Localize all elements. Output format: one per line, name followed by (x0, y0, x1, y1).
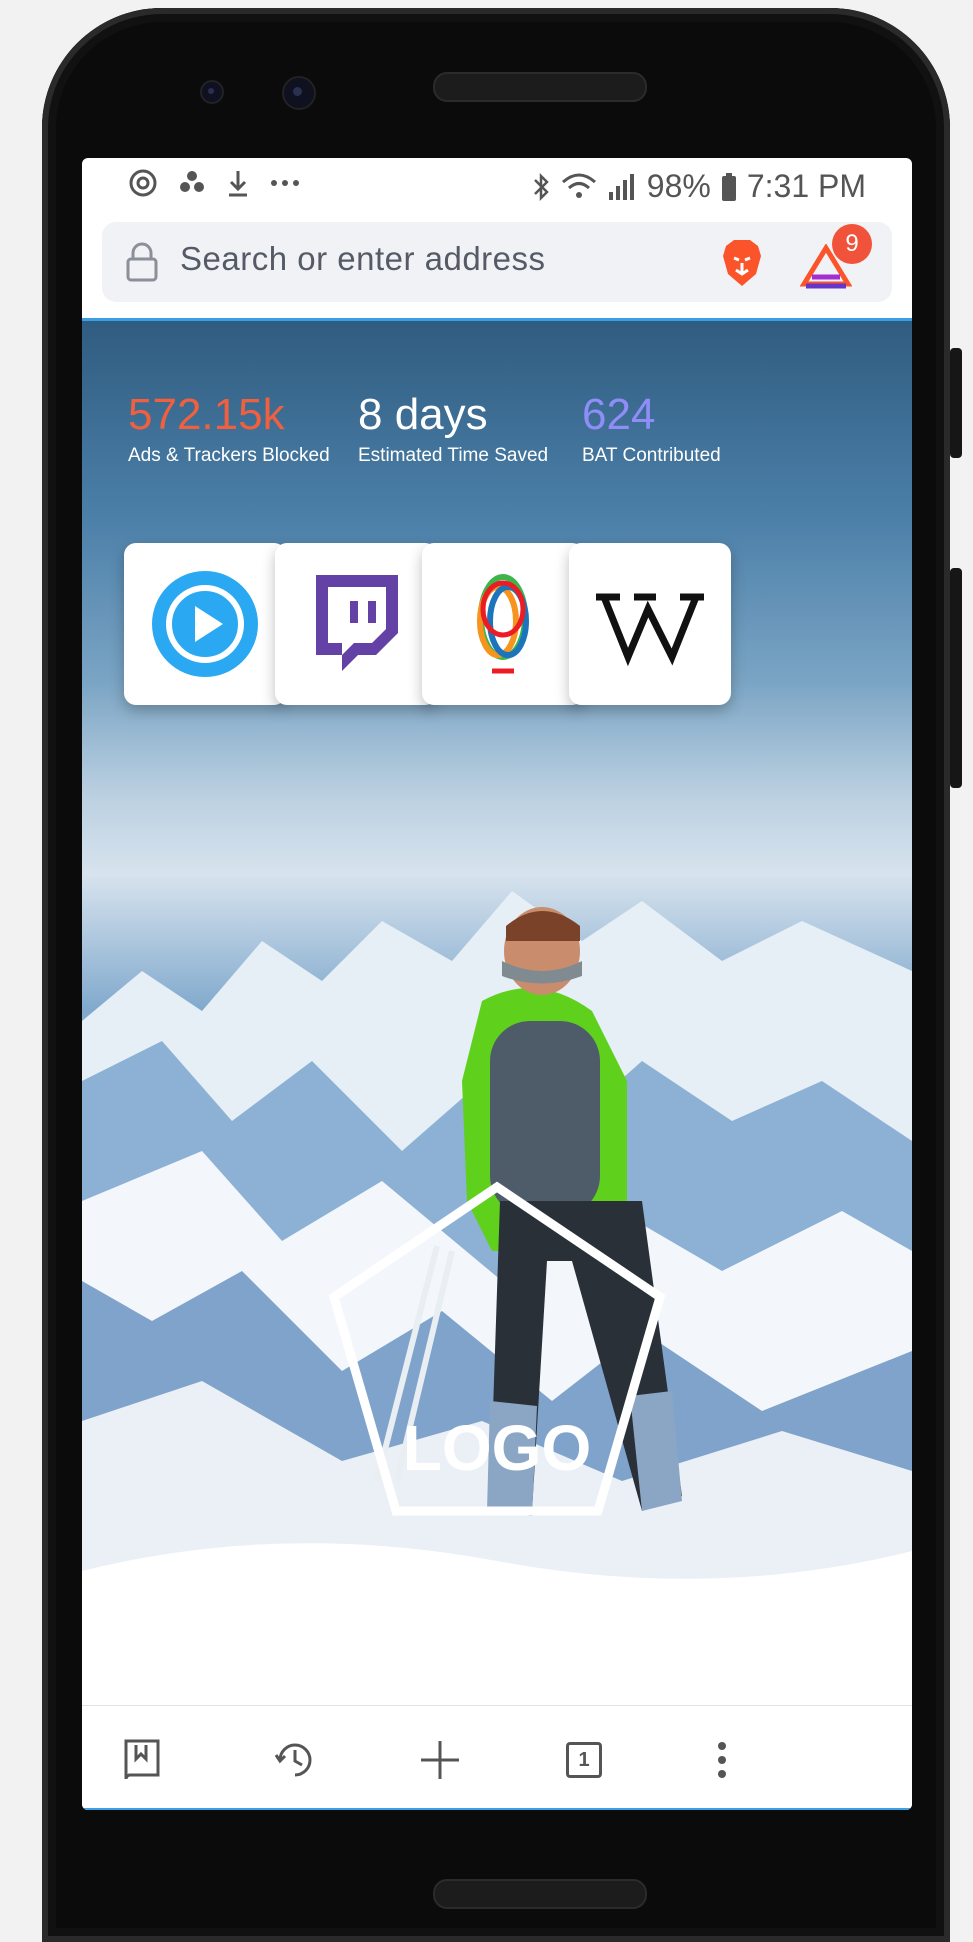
pinwheel-icon (180, 171, 204, 192)
front-camera-small (200, 80, 224, 104)
bluetooth-icon (533, 172, 549, 201)
colorful-loop-icon (477, 574, 529, 674)
menu-icon (718, 1742, 726, 1778)
more-notifications-icon (271, 180, 299, 186)
sync-icon (129, 169, 157, 197)
address-bar[interactable]: Search or enter address 9 (102, 222, 892, 302)
brave-shields-icon[interactable] (720, 238, 764, 288)
bookmarks-icon (124, 1739, 160, 1780)
address-input[interactable]: Search or enter address (180, 240, 546, 278)
bookmarks-button[interactable] (112, 1730, 172, 1790)
logo-text: LOGO (402, 1412, 592, 1484)
stat-bat-contributed: 624 BAT Contributed (582, 391, 721, 467)
tabs-icon: 1 (566, 1742, 602, 1778)
top-speaker (433, 72, 647, 102)
volume-button (950, 568, 962, 788)
tabs-button[interactable]: 1 (554, 1730, 614, 1790)
download-icon (229, 171, 247, 197)
stat-bat-value: 624 (582, 390, 656, 439)
bottom-toolbar: 1 (82, 1705, 912, 1810)
stat-ads-blocked-value: 572.15k (128, 390, 285, 439)
sponsor-logo[interactable]: LOGO (322, 1179, 672, 1519)
browser-screen: 98% 7:31 PM Search or enter address 9 57… (82, 158, 912, 1810)
tabs-count: 1 (578, 1749, 590, 1771)
new-tab-button[interactable] (410, 1730, 470, 1790)
lock-icon (126, 242, 158, 282)
new-tab-page: 572.15k Ads & Trackers Blocked 8 days Es… (82, 321, 912, 1705)
stat-bat-label: BAT Contributed (582, 445, 721, 466)
twitch-icon (316, 575, 398, 671)
top-site-tile-loop[interactable] (422, 543, 584, 705)
wikipedia-icon (596, 593, 704, 667)
power-button (950, 348, 962, 458)
top-site-tile-wikipedia[interactable] (569, 543, 731, 705)
stats-panel: 572.15k Ads & Trackers Blocked 8 days Es… (82, 391, 912, 481)
clock: 7:31 PM (746, 168, 866, 204)
new-tab-icon (421, 1741, 459, 1779)
signal-icon (608, 173, 634, 200)
status-bar: 98% 7:31 PM (82, 158, 912, 220)
battery-percent: 98% (646, 168, 711, 204)
top-site-tile-player[interactable] (124, 543, 286, 705)
history-icon (274, 1743, 312, 1777)
stat-time-saved: 8 days Estimated Time Saved (358, 391, 548, 467)
front-camera (282, 76, 316, 110)
stat-time-saved-value: 8 days (358, 390, 488, 439)
wifi-icon (561, 173, 596, 198)
top-site-tile-twitch[interactable] (275, 543, 437, 705)
history-button[interactable] (265, 1730, 325, 1790)
rewards-badge: 9 (832, 224, 872, 264)
toolbar-bottom-line (82, 1808, 912, 1810)
stat-time-saved-label: Estimated Time Saved (358, 445, 549, 466)
play-circle-icon (152, 571, 258, 677)
stat-ads-blocked-label: Ads & Trackers Blocked (128, 445, 330, 466)
battery-icon (721, 172, 736, 201)
menu-button[interactable] (692, 1730, 752, 1790)
bottom-speaker (433, 1879, 647, 1909)
stat-ads-blocked: 572.15k Ads & Trackers Blocked (128, 391, 330, 467)
